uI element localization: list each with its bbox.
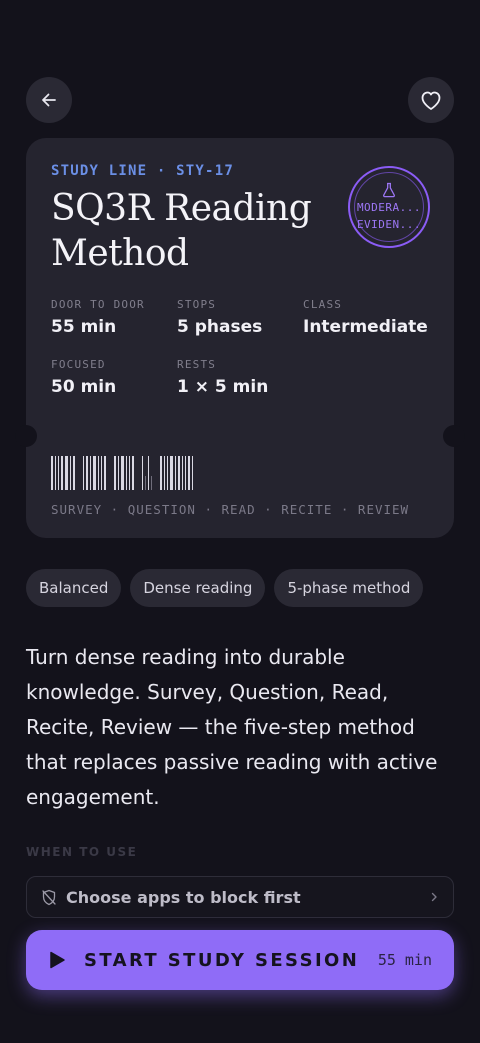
study-ticket-card: STUDY LINE · STY-17 SQ3R Reading Method … xyxy=(15,138,465,538)
stat-key: CLASS xyxy=(303,298,343,311)
ticket-notch-left xyxy=(15,425,37,447)
barcode-bar xyxy=(185,456,186,490)
barcode-bar xyxy=(175,456,176,490)
stat-key: FOCUSED xyxy=(51,358,106,371)
stat-door-to-door: DOOR TO DOOR 55 min xyxy=(51,298,145,337)
stat-focused: FOCUSED 50 min xyxy=(51,358,116,397)
stat-class: CLASS Intermediate xyxy=(303,298,428,337)
barcode-bar xyxy=(104,456,106,490)
barcode-bar xyxy=(90,456,91,490)
barcode-bar xyxy=(188,456,190,490)
barcode-bar xyxy=(132,456,134,490)
heart-outline-icon xyxy=(421,91,441,110)
tag-list: Balanced Dense reading 5-phase method xyxy=(26,569,424,607)
barcode-bar xyxy=(51,456,53,490)
choose-apps-to-block-row[interactable]: Choose apps to block first xyxy=(26,876,454,918)
study-detail-screen: STUDY LINE · STY-17 SQ3R Reading Method … xyxy=(0,0,480,1043)
choose-apps-label: Choose apps to block first xyxy=(66,887,301,907)
barcode-bar xyxy=(148,456,149,490)
tag-chip: Dense reading xyxy=(130,569,266,607)
barcode-bar xyxy=(129,456,130,490)
barcode-bar xyxy=(101,456,102,490)
tag-chip: 5-phase method xyxy=(274,569,424,607)
chevron-right-icon xyxy=(431,892,437,902)
barcode-bar xyxy=(178,456,180,490)
start-study-session-button[interactable]: START STUDY SESSION 55 min xyxy=(26,930,454,990)
stat-stops: STOPS 5 phases xyxy=(177,298,262,337)
barcode-bar xyxy=(86,456,88,490)
arrow-left-icon xyxy=(42,93,56,107)
barcode-bar xyxy=(93,456,96,490)
barcode-bar xyxy=(58,456,59,490)
when-to-use-heading: WHEN TO USE xyxy=(26,845,138,859)
flask-icon xyxy=(383,182,395,197)
back-button[interactable] xyxy=(26,77,72,123)
barcode-bar xyxy=(70,456,71,490)
stat-value: 5 phases xyxy=(177,317,263,337)
phase-sequence: SURVEY · QUESTION · READ · RECITE · REVI… xyxy=(51,502,410,517)
barcode-bar xyxy=(151,476,152,490)
barcode-bar xyxy=(65,456,68,490)
tag-chip: Balanced xyxy=(26,569,122,607)
barcode-bar xyxy=(118,456,119,490)
method-description: Turn dense reading into durable knowledg… xyxy=(26,645,438,809)
barcode-bar xyxy=(160,456,162,490)
stat-rests: RESTS 1 × 5 min xyxy=(177,358,268,397)
stat-key: STOPS xyxy=(177,298,217,311)
barcode-bar xyxy=(83,456,84,490)
barcode-bar xyxy=(164,456,165,490)
barcode-bar xyxy=(73,456,75,490)
stat-value: Intermediate xyxy=(303,317,428,337)
ticket-notch-right xyxy=(443,425,465,447)
barcode-bar xyxy=(170,456,173,490)
barcode-bar xyxy=(145,476,146,490)
play-icon xyxy=(50,951,65,969)
barcode-bar xyxy=(192,456,193,490)
stat-key: DOOR TO DOOR xyxy=(51,298,145,311)
favorite-button[interactable] xyxy=(408,77,454,123)
shield-off-icon xyxy=(42,889,56,905)
stat-value: 1 × 5 min xyxy=(177,377,269,397)
stamp-line-2: EVIDEN... xyxy=(356,217,422,231)
barcode-bar xyxy=(98,456,99,490)
stat-value: 55 min xyxy=(51,317,117,337)
evidence-stamp: MODERA... EVIDEN... xyxy=(348,166,430,248)
barcode-bar xyxy=(142,456,143,490)
barcode-bar xyxy=(182,456,183,490)
stamp-line-1: MODERA... xyxy=(356,200,422,214)
barcode-bar xyxy=(61,456,63,490)
barcode-bar xyxy=(55,456,56,490)
barcode-bar xyxy=(121,456,124,490)
session-duration: 55 min xyxy=(377,951,432,969)
start-session-label: START STUDY SESSION xyxy=(84,949,360,971)
study-line-label: STUDY LINE · STY-17 xyxy=(51,163,234,179)
stat-value: 50 min xyxy=(51,377,117,397)
page-title: SQ3R Reading Method xyxy=(51,188,312,274)
barcode-bar xyxy=(167,456,168,490)
barcode-bar xyxy=(114,456,116,490)
stat-key: RESTS xyxy=(177,358,217,371)
ticket-barcode xyxy=(51,456,195,490)
barcode-bar xyxy=(126,456,127,490)
